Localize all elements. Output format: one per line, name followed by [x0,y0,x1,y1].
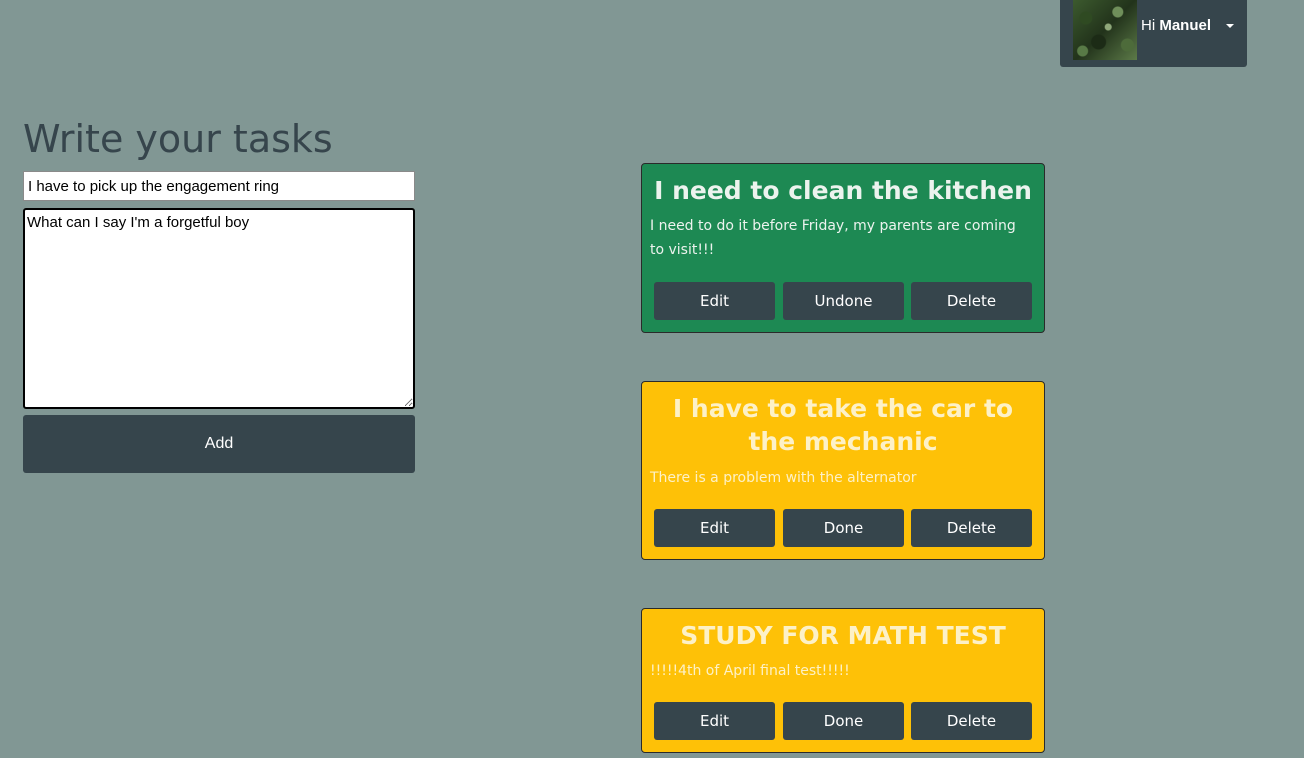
user-menu-dropdown[interactable]: Hi Manuel [1060,0,1247,67]
task-card: I have to take the car to the mechanic T… [641,381,1045,560]
delete-task-button[interactable]: Delete [911,509,1032,547]
task-title: I have to take the car to the mechanic [672,394,1014,456]
add-task-button[interactable]: Add [23,415,415,473]
caret-down-icon[interactable] [1226,24,1234,28]
avatar [1073,0,1137,60]
delete-task-button[interactable]: Delete [911,282,1032,320]
edit-task-button[interactable]: Edit [654,702,775,740]
task-description: !!!!!4th of April final test!!!!! [650,663,850,679]
greeting-word: Hi [1141,17,1156,34]
task-description: There is a problem with the alternator [650,470,917,486]
username: Manuel [1159,17,1212,34]
task-title: I need to clean the kitchen [654,176,1032,205]
done-task-button[interactable]: Done [783,702,904,740]
page-title: Write your tasks [23,117,333,161]
done-task-button[interactable]: Done [783,509,904,547]
delete-task-button[interactable]: Delete [911,702,1032,740]
edit-task-button[interactable]: Edit [654,509,775,547]
task-card: I need to clean the kitchen I need to do… [641,163,1045,333]
user-greeting: Hi Manuel [1141,17,1211,35]
task-title: STUDY FOR MATH TEST [680,621,1006,650]
task-actions: Edit Done Delete [654,702,1032,740]
task-description: I need to do it before Friday, my parent… [650,218,1016,258]
task-actions: Edit Undone Delete [654,282,1032,320]
task-title-input[interactable] [23,171,415,201]
undone-task-button[interactable]: Undone [783,282,904,320]
task-actions: Edit Done Delete [654,509,1032,547]
task-description-textarea[interactable] [23,208,415,409]
task-card: STUDY FOR MATH TEST !!!!!4th of April fi… [641,608,1045,753]
edit-task-button[interactable]: Edit [654,282,775,320]
